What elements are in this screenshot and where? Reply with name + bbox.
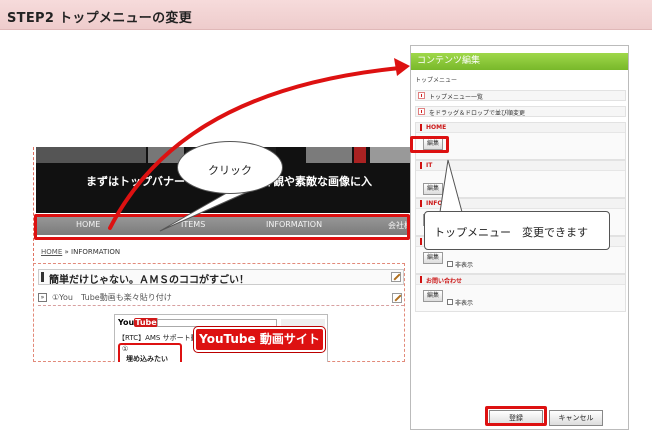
embed-number: ①	[122, 345, 129, 353]
breadcrumb-separator: »	[64, 248, 69, 256]
breadcrumb-current: INFORMATION	[71, 248, 121, 256]
banner-photo	[370, 147, 410, 163]
edit-pencil-icon[interactable]	[391, 272, 401, 282]
menu-bubble-text: トップメニュー 変更できます	[434, 226, 588, 239]
youtube-video-title: 【RTC】AMS サポート動	[118, 334, 198, 342]
hide-checkbox[interactable]	[447, 299, 453, 305]
menu-block-header[interactable]: お問い合わせ	[416, 275, 625, 285]
hide-checkbox[interactable]	[447, 261, 453, 267]
subheading-row: » ①You Tube動画も楽々貼り付け	[38, 291, 404, 306]
menu-block-items[interactable]: IT 編集	[415, 160, 626, 198]
menu-list-label: トップメニュー一覧	[429, 94, 484, 101]
expand-icon[interactable]: »	[38, 293, 47, 302]
menu-bar-highlight	[34, 214, 410, 240]
banner-photo	[36, 147, 146, 163]
menu-block-header[interactable]: INFORM	[416, 199, 625, 209]
drag-handle-icon[interactable]	[420, 238, 422, 245]
youtube-header-links	[281, 319, 325, 327]
edit-pencil-icon[interactable]	[392, 293, 402, 303]
youtube-logo: YouTube	[118, 318, 158, 329]
breadcrumb-home[interactable]: HOME	[41, 248, 62, 256]
banner-photo	[354, 147, 366, 163]
youtube-search-bar[interactable]	[157, 319, 277, 327]
hide-label: 非表示	[455, 262, 474, 269]
youtube-badge: YouTube 動画サイト	[194, 327, 325, 352]
edit-button-highlight	[410, 136, 449, 153]
youtube-logo-you: You	[118, 318, 135, 327]
info-icon	[418, 108, 425, 115]
step-title: STEP2 トップメニューの変更	[7, 11, 193, 26]
arrowhead-icon	[394, 58, 410, 76]
menu-speech-bubble: トップメニュー 変更できます	[424, 211, 610, 250]
info-icon	[418, 92, 425, 99]
embed-highlight-box: ① 埋め込みたい	[118, 343, 182, 362]
drag-handle-icon[interactable]	[420, 276, 422, 283]
breadcrumb: HOME » INFORMATION	[41, 248, 120, 256]
menu-block-contact[interactable]: お問い合わせ 編集 非表示	[415, 274, 626, 312]
youtube-logo-tube: Tube	[134, 318, 158, 327]
menu-block-label: INFORM	[426, 200, 454, 207]
click-bubble-text: クリック	[208, 164, 252, 177]
menu-block-header[interactable]: HOME	[416, 123, 625, 133]
headline-text: 簡単だけじゃない。ＡＭＳのココがすごい！	[49, 275, 249, 286]
step-header: STEP2 トップメニューの変更	[0, 0, 652, 30]
drag-handle-icon[interactable]	[420, 124, 422, 131]
drag-hint-label: をドラッグ＆ドロップで並び順変更	[429, 110, 526, 117]
hide-label: 非表示	[455, 300, 474, 307]
cancel-button[interactable]: キャンセル	[549, 410, 603, 426]
headline-bar	[41, 272, 44, 282]
drag-handle-icon[interactable]	[420, 162, 422, 169]
menu-list-row: トップメニュー一覧	[415, 90, 626, 101]
menu-block-label: HOME	[426, 124, 447, 131]
panel-subtitle: トップメニュー	[415, 77, 458, 84]
menu-block-header[interactable]: IT	[416, 161, 625, 171]
drag-handle-icon[interactable]	[420, 200, 422, 207]
drag-hint-row: をドラッグ＆ドロップで並び順変更	[415, 106, 626, 117]
edit-button[interactable]: 編集	[423, 252, 443, 264]
banner-photo	[306, 147, 352, 163]
embed-label: 埋め込みたい	[126, 355, 168, 362]
edit-button[interactable]: 編集	[423, 290, 443, 302]
click-speech-bubble: クリック	[177, 141, 283, 194]
menu-block-label: お問い合わせ	[426, 278, 463, 285]
panel-title: コンテンツ編集	[411, 53, 628, 70]
register-button-highlight	[485, 406, 547, 426]
headline-box: 簡単だけじゃない。ＡＭＳのココがすごい！	[38, 269, 404, 286]
subheading-text: ①You Tube動画も楽々貼り付け	[52, 293, 172, 302]
edit-button[interactable]: 編集	[423, 183, 443, 195]
menu-block-label: IT	[426, 162, 433, 169]
